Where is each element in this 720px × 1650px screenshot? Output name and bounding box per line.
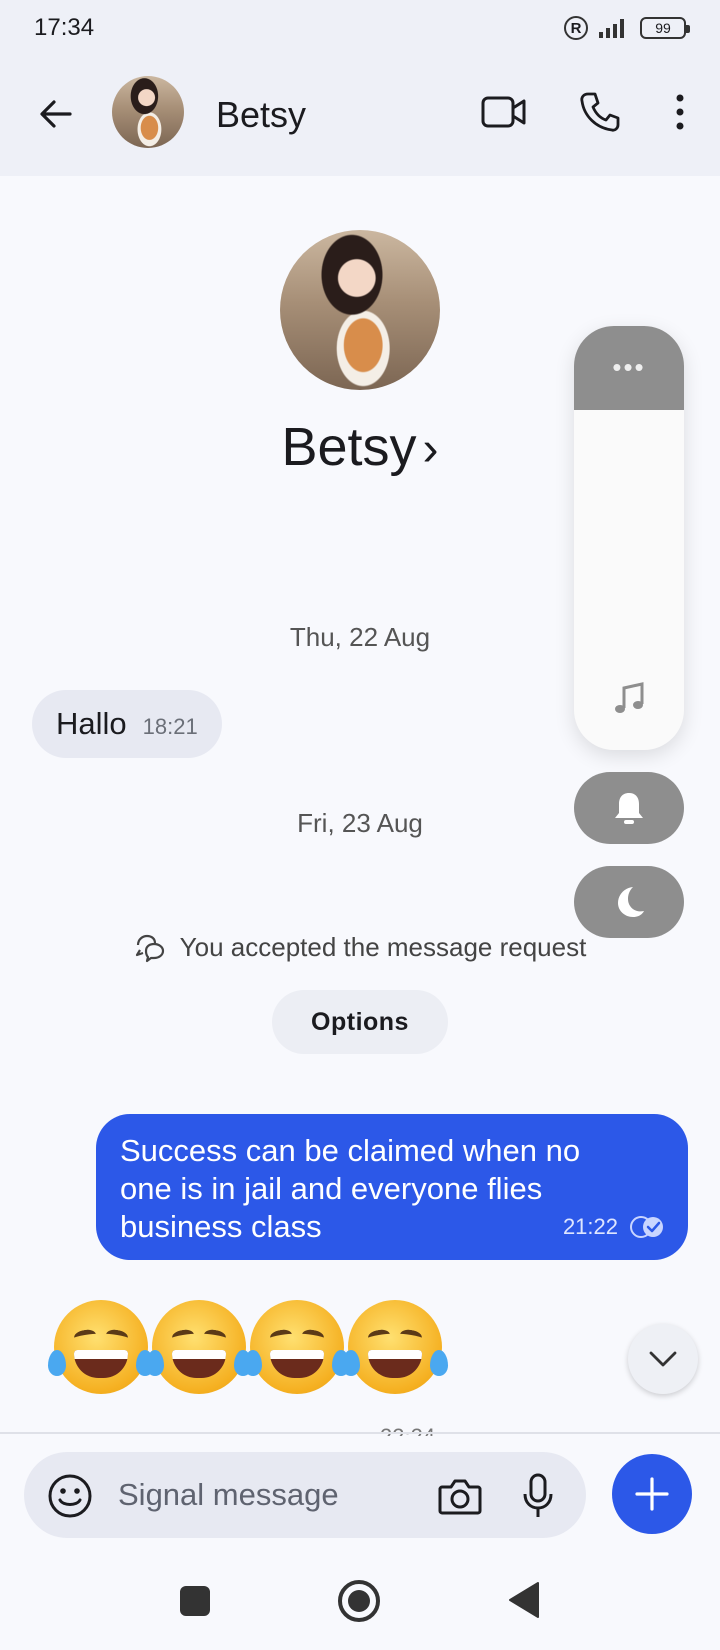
bell-icon [615, 793, 643, 824]
header-avatar[interactable] [112, 76, 184, 148]
tears-of-joy-icon [342, 1300, 448, 1394]
video-call-icon [481, 96, 526, 128]
microphone-button[interactable] [518, 1470, 558, 1522]
tears-of-joy-icon [48, 1300, 154, 1394]
message-time: 18:21 [142, 714, 198, 739]
chevron-right-icon: › [422, 423, 439, 476]
status-time: 17:34 [34, 14, 95, 41]
do-not-disturb-toggle[interactable] [574, 866, 684, 938]
voice-call-button[interactable] [574, 86, 626, 138]
emoji-button[interactable] [46, 1472, 94, 1520]
more-options-button[interactable] [662, 86, 698, 138]
scroll-to-bottom-button[interactable] [628, 1324, 698, 1394]
emoji-message[interactable] [48, 1300, 448, 1394]
profile-avatar-image [280, 230, 440, 390]
video-call-button[interactable] [478, 86, 530, 138]
moon-icon [618, 887, 644, 917]
back-button[interactable] [32, 90, 80, 138]
volume-more-icon[interactable]: ••• [574, 352, 684, 383]
nav-back-button[interactable] [506, 1580, 542, 1620]
recents-button[interactable] [180, 1586, 210, 1616]
message-text: Hallo [56, 706, 127, 741]
music-note-icon [615, 682, 644, 713]
phone-icon [580, 92, 620, 132]
profile-name: Betsy [281, 417, 417, 477]
ringer-toggle[interactable] [574, 772, 684, 844]
message-meta: 21:22 [563, 1208, 666, 1246]
partial-message-time: 22:24 [380, 1424, 435, 1436]
profile-avatar[interactable] [280, 230, 440, 390]
camera-button[interactable] [436, 1472, 484, 1520]
outgoing-message[interactable]: Success can be claimed when no one is in… [96, 1114, 688, 1260]
header-contact-name[interactable]: Betsy [216, 94, 306, 136]
chevron-down-icon [649, 1351, 677, 1367]
request-text: You accepted the message request [179, 932, 587, 962]
attach-button[interactable] [612, 1454, 692, 1534]
status-icons: R 99 [564, 16, 690, 40]
registered-icon: R [564, 16, 588, 40]
message-input[interactable] [118, 1470, 418, 1520]
back-arrow-icon [40, 100, 72, 128]
message-text: Success can be claimed when no one is in… [120, 1133, 581, 1244]
more-vert-icon [676, 94, 684, 130]
delivered-check-icon [630, 1216, 663, 1238]
microphone-icon [523, 1473, 553, 1517]
tears-of-joy-icon [244, 1300, 350, 1394]
tears-of-joy-icon [146, 1300, 252, 1394]
options-button[interactable]: Options [272, 990, 448, 1054]
composer-divider [0, 1432, 720, 1434]
signal-icon [599, 19, 624, 38]
conversation-header: Betsy [0, 56, 720, 176]
message-composer [24, 1452, 586, 1538]
home-button[interactable] [336, 1578, 382, 1624]
message-request-icon [135, 934, 164, 962]
volume-slider[interactable]: ••• [574, 326, 684, 750]
battery-icon: 99 [640, 17, 690, 39]
message-time: 21:22 [562, 1214, 618, 1239]
system-navigation-bar [0, 1560, 720, 1650]
avatar-image [112, 76, 184, 148]
incoming-message[interactable]: Hallo 18:21 [32, 690, 222, 758]
emoji-icon [48, 1474, 92, 1518]
status-bar: 17:34 R 99 [0, 0, 720, 56]
plus-icon [635, 1477, 669, 1511]
camera-icon [438, 1479, 482, 1515]
